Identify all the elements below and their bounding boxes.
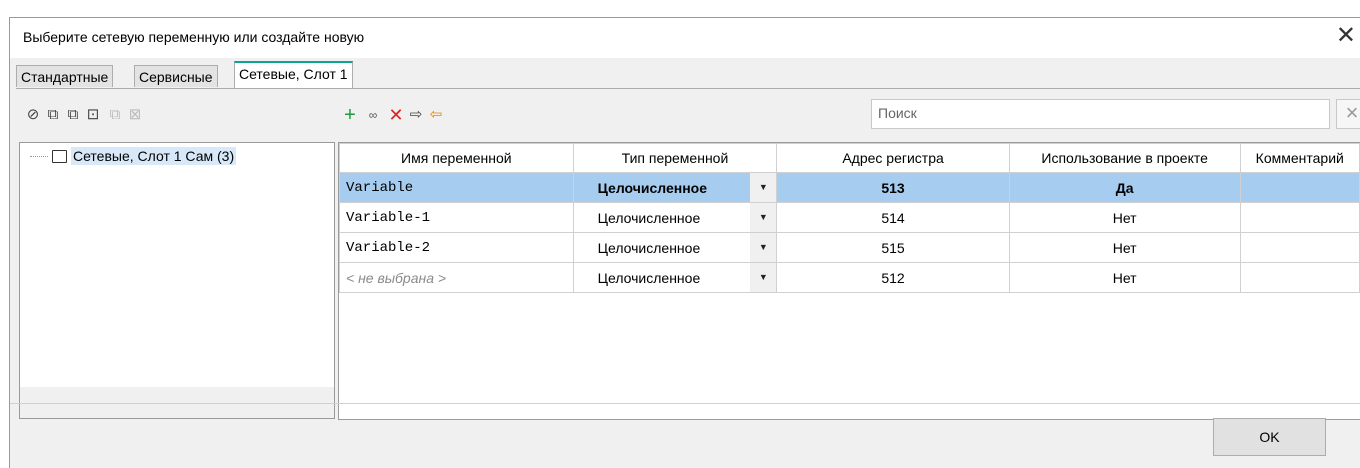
delete-icon[interactable]: ✕	[387, 106, 405, 124]
add-folder-icon[interactable]: ⊡	[84, 106, 102, 124]
tree-item-label: Сетевые, Слот 1 Сам (3)	[71, 147, 237, 165]
title-bar: Выберите сетевую переменную или создайте…	[10, 18, 1360, 58]
folder-tree[interactable]: Сетевые, Слот 1 Сам (3)	[19, 142, 335, 388]
cell-usage: Нет	[1008, 262, 1241, 293]
link-variable-icon[interactable]: ∞	[364, 106, 382, 124]
window-title: Выберите сетевую переменную или создайте…	[23, 29, 365, 45]
chevron-down-icon[interactable]: ▼	[750, 263, 776, 292]
cell-type-value: Целочисленное	[597, 239, 701, 256]
tab-service[interactable]: Сервисные	[134, 65, 218, 87]
search-input[interactable]: Поиск	[871, 99, 1330, 129]
expand-icon[interactable]: ⧉	[44, 106, 62, 124]
cell-usage: Нет	[1008, 202, 1241, 233]
variables-table: Имя переменной Тип переменной Адрес реги…	[338, 142, 1360, 420]
copy-icon[interactable]: ⧉	[106, 106, 124, 124]
close-icon[interactable]: ✕	[1336, 24, 1356, 48]
cell-address[interactable]: 512	[776, 262, 1010, 293]
tab-standard[interactable]: Стандартные	[16, 65, 114, 87]
column-header-name[interactable]: Имя переменной	[339, 143, 574, 173]
cell-usage: Да	[1008, 172, 1241, 203]
ok-button[interactable]: OK	[1213, 418, 1326, 456]
view-icon[interactable]: ⊘	[24, 106, 42, 124]
cell-type-value: Целочисленное	[597, 179, 708, 196]
column-header-address[interactable]: Адрес регистра	[776, 143, 1010, 173]
add-icon[interactable]: +	[341, 105, 359, 125]
cell-address[interactable]: 513	[776, 172, 1010, 203]
chevron-down-icon[interactable]: ▼	[750, 233, 776, 262]
tree-connector	[30, 156, 48, 157]
table-row[interactable]: Variable-1 Целочисленное ▼ 514 Нет	[339, 202, 1360, 233]
export-icon[interactable]: ⇨	[407, 106, 425, 124]
tab-network-slot-1[interactable]: Сетевые, Слот 1	[234, 61, 353, 89]
cell-comment[interactable]	[1239, 232, 1360, 263]
folder-icon	[52, 149, 67, 163]
dialog-window: Выберите сетевую переменную или создайте…	[9, 17, 1360, 468]
collapse-icon[interactable]: ⧉	[64, 106, 82, 124]
column-header-comment[interactable]: Комментарий	[1239, 143, 1360, 173]
tab-divider	[16, 88, 1360, 89]
footer-divider	[10, 403, 1360, 404]
cell-address[interactable]: 514	[776, 202, 1010, 233]
cell-comment[interactable]	[1239, 262, 1360, 293]
table-header: Имя переменной Тип переменной Адрес реги…	[339, 143, 1360, 173]
chevron-down-icon[interactable]: ▼	[750, 173, 776, 202]
column-header-usage[interactable]: Использование в проекте	[1008, 143, 1241, 173]
table-row[interactable]: Variable Целочисленное ▼ 513 Да	[339, 172, 1360, 203]
cell-comment[interactable]	[1239, 202, 1360, 233]
chevron-down-icon[interactable]: ▼	[750, 203, 776, 232]
search-clear-button[interactable]: ×	[1336, 99, 1360, 129]
cell-usage: Нет	[1008, 232, 1241, 263]
table-row[interactable]: Variable-2 Целочисленное ▼ 515 Нет	[339, 232, 1360, 263]
cell-type-value: Целочисленное	[597, 269, 701, 286]
cell-type[interactable]: Целочисленное ▼	[572, 202, 778, 233]
cell-name[interactable]: Variable-1	[339, 202, 574, 233]
cell-name[interactable]: Variable-2	[339, 232, 574, 263]
cell-type-value: Целочисленное	[597, 209, 701, 226]
delete-folder-icon[interactable]: ⊠	[126, 106, 144, 124]
table-row[interactable]: < не выбрана > Целочисленное ▼ 512 Нет	[339, 262, 1360, 293]
cell-comment[interactable]	[1239, 172, 1360, 203]
cell-type[interactable]: Целочисленное ▼	[572, 232, 778, 263]
column-header-type[interactable]: Тип переменной	[572, 143, 778, 173]
cell-name[interactable]: Variable	[339, 172, 574, 203]
cell-address[interactable]: 515	[776, 232, 1010, 263]
import-icon[interactable]: ⇦	[427, 106, 445, 124]
cell-type[interactable]: Целочисленное ▼	[572, 172, 778, 203]
tree-item-network-slot[interactable]: Сетевые, Слот 1 Сам (3)	[52, 145, 237, 167]
cell-name-placeholder[interactable]: < не выбрана >	[339, 262, 574, 293]
cell-type[interactable]: Целочисленное ▼	[572, 262, 778, 293]
